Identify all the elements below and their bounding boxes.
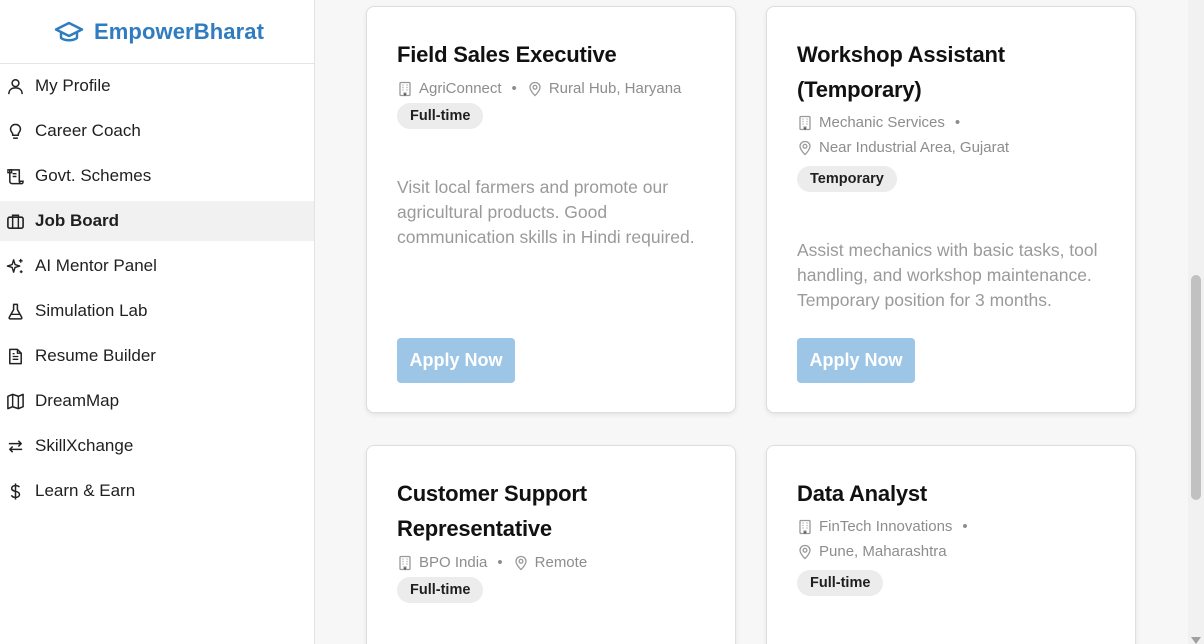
map-icon: [5, 391, 25, 411]
apply-now-button[interactable]: Apply Now: [397, 338, 515, 383]
sidebar-item-label: DreamMap: [35, 391, 120, 410]
file-text-icon: [5, 346, 25, 366]
sidebar-nav: My Profile Career Coach Govt. Schemes Jo…: [0, 66, 314, 511]
sidebar-item-label: SkillXchange: [35, 436, 134, 455]
sidebar-item-skillxchange[interactable]: SkillXchange: [0, 426, 314, 466]
job-title: Data Analyst: [797, 481, 928, 506]
building-icon: [397, 555, 413, 571]
job-meta: AgriConnect • Rural Hub, Haryana: [397, 80, 705, 97]
apply-now-button[interactable]: Apply Now: [797, 338, 915, 383]
job-title: Field Sales Executive: [397, 42, 617, 67]
sidebar-item-dreammap[interactable]: DreamMap: [0, 381, 314, 421]
company-name: BPO India: [419, 554, 488, 571]
job-location: Pune, Maharashtra: [819, 543, 947, 560]
sidebar-item-govt-schemes[interactable]: Govt. Schemes: [0, 156, 314, 196]
building-icon: [397, 81, 413, 97]
sidebar-item-label: Govt. Schemes: [35, 166, 152, 185]
vertical-scrollbar[interactable]: [1188, 0, 1204, 644]
map-pin-icon: [513, 555, 529, 571]
scrollbar-thumb[interactable]: [1191, 275, 1201, 500]
sidebar-item-label: Learn & Earn: [35, 481, 136, 500]
sidebar-item-label: Job Board: [35, 211, 120, 230]
job-meta: BPO India • Remote: [397, 554, 705, 571]
job-location: Rural Hub, Haryana: [548, 80, 682, 97]
sidebar: EmpowerBharat My Profile Career Coach Go…: [0, 0, 315, 644]
sidebar-item-learn-earn[interactable]: Learn & Earn: [0, 471, 314, 511]
lightbulb-icon: [5, 121, 25, 141]
job-company-line: FinTech Innovations •: [797, 514, 1105, 539]
job-type-badge: Full-time: [797, 570, 884, 596]
sidebar-item-label: Career Coach: [35, 121, 141, 140]
map-pin-icon: [797, 544, 813, 560]
company-name: Mechanic Services: [819, 114, 945, 131]
job-card: Data Analyst FinTech Innovations • Pune,…: [766, 445, 1136, 644]
dollar-icon: [5, 481, 25, 501]
job-location: Remote: [534, 554, 588, 571]
job-board-content: Field Sales Executive AgriConnect • Rura…: [316, 0, 1188, 644]
sidebar-item-career-coach[interactable]: Career Coach: [0, 111, 314, 151]
flask-icon: [5, 301, 25, 321]
company-name: FinTech Innovations: [819, 518, 953, 535]
sidebar-item-simulation-lab[interactable]: Simulation Lab: [0, 291, 314, 331]
job-type-badge: Full-time: [397, 103, 484, 129]
graduation-cap-icon: [54, 20, 84, 44]
job-card: Workshop Assistant (Temporary) Mechanic …: [766, 6, 1136, 413]
briefcase-icon: [5, 211, 25, 231]
map-pin-icon: [527, 81, 543, 97]
sidebar-item-label: Simulation Lab: [35, 301, 148, 320]
job-card: Customer Support Representative BPO Indi…: [366, 445, 736, 644]
brand-header[interactable]: EmpowerBharat: [0, 0, 314, 64]
building-icon: [797, 115, 813, 131]
sparkles-icon: [5, 256, 25, 276]
job-type-badge: Full-time: [397, 577, 484, 603]
building-icon: [797, 519, 813, 535]
job-description: Visit local farmers and promote our agri…: [397, 177, 695, 247]
repeat-icon: [5, 436, 25, 456]
sidebar-item-my-profile[interactable]: My Profile: [0, 66, 314, 106]
job-description: Assist mechanics with basic tasks, tool …: [797, 240, 1098, 310]
job-title: Customer Support Representative: [397, 481, 587, 541]
job-type-badge: Temporary: [797, 166, 897, 192]
job-location-line: Pune, Maharashtra: [797, 539, 1105, 564]
job-location-line: Near Industrial Area, Gujarat: [797, 135, 1105, 160]
job-company-line: Mechanic Services •: [797, 110, 1105, 135]
scroll-icon: [5, 166, 25, 186]
job-location: Near Industrial Area, Gujarat: [819, 139, 1010, 156]
job-card: Field Sales Executive AgriConnect • Rura…: [366, 6, 736, 413]
sidebar-item-ai-mentor-panel[interactable]: AI Mentor Panel: [0, 246, 314, 286]
job-title: Workshop Assistant (Temporary): [797, 42, 1005, 102]
company-name: AgriConnect: [419, 80, 502, 97]
sidebar-item-resume-builder[interactable]: Resume Builder: [0, 336, 314, 376]
sidebar-item-job-board[interactable]: Job Board: [0, 201, 314, 241]
user-icon: [5, 76, 25, 96]
map-pin-icon: [797, 140, 813, 156]
brand-name: EmpowerBharat: [94, 18, 265, 44]
sidebar-item-label: AI Mentor Panel: [35, 256, 157, 275]
sidebar-item-label: Resume Builder: [35, 346, 156, 365]
scroll-down-arrow-icon[interactable]: [1191, 637, 1201, 644]
sidebar-item-label: My Profile: [35, 76, 111, 95]
